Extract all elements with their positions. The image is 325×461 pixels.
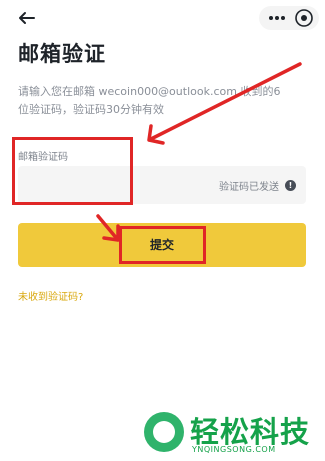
close-button[interactable] — [293, 7, 315, 29]
arrow-left-icon — [19, 12, 35, 24]
watermark: 轻松科技 YNQINGSONG.COM — [140, 412, 320, 458]
code-sent-text: 验证码已发送 — [219, 182, 279, 193]
code-field-label: 邮箱验证码 — [18, 152, 68, 163]
info-circle-icon[interactable]: ! — [285, 180, 296, 191]
code-input[interactable] — [26, 170, 205, 202]
mini-program-capsule — [259, 6, 319, 30]
close-circle-icon — [295, 9, 313, 27]
back-button[interactable] — [14, 5, 40, 31]
watermark-logo-icon — [144, 412, 184, 452]
submit-button[interactable]: 提交 — [18, 223, 306, 267]
more-horizontal-icon — [269, 16, 285, 20]
watermark-domain: YNQINGSONG.COM — [192, 445, 276, 454]
resend-code-link[interactable]: 未收到验证码? — [18, 288, 83, 303]
code-sent-status: 验证码已发送! — [219, 178, 296, 193]
page-title: 邮箱验证 — [18, 42, 106, 66]
more-button[interactable] — [265, 6, 289, 30]
code-field[interactable]: 验证码已发送! — [18, 166, 306, 204]
submit-button-label: 提交 — [149, 238, 174, 252]
page-description: 请输入您在邮箱 wecoin000@outlook.com 收到的6 位验证码，… — [18, 85, 281, 116]
top-bar — [0, 0, 325, 36]
